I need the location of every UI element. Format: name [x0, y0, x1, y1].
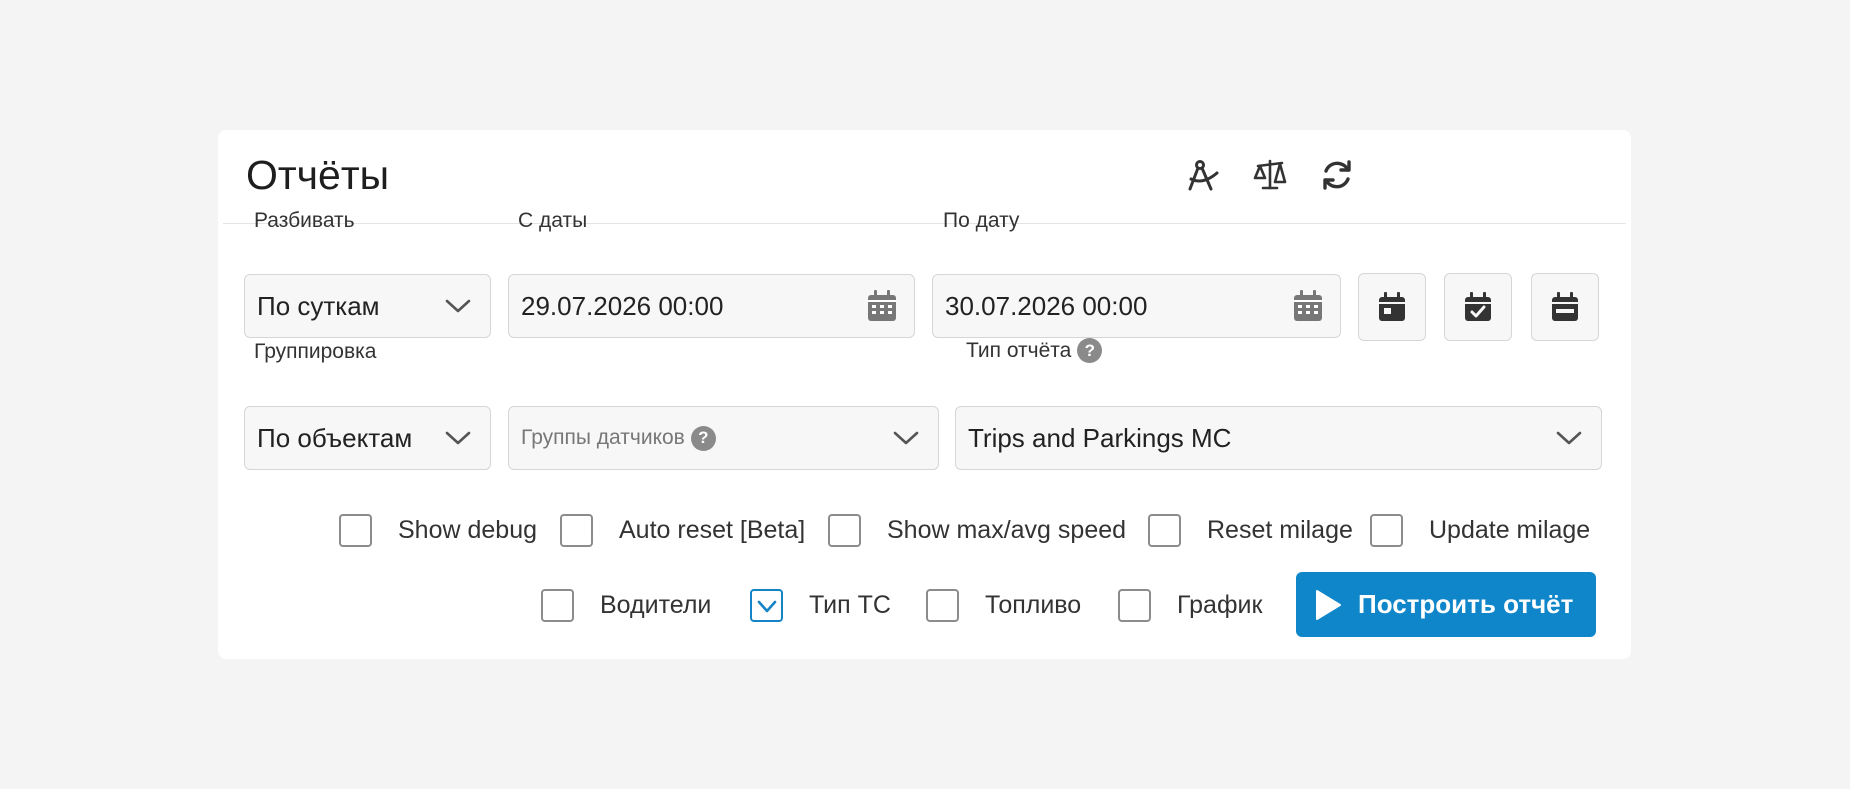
vehicle-type-checkbox[interactable]: Тип ТС [750, 589, 891, 622]
checkbox-label: Водители [600, 591, 712, 619]
checkbox-box-checked[interactable] [750, 589, 783, 622]
checkbox-box[interactable] [828, 514, 861, 547]
fuel-checkbox[interactable]: Топливо [926, 589, 1081, 622]
update-milage-checkbox[interactable]: Update milage [1370, 514, 1590, 547]
checkbox-label: Reset milage [1207, 516, 1353, 544]
page-title: Отчёты [246, 152, 390, 198]
checkbox-box[interactable] [339, 514, 372, 547]
checkbox-label: График [1177, 591, 1263, 619]
report-type-select[interactable]: Trips and Parkings MC [955, 406, 1602, 470]
split-select[interactable]: По суткам [244, 274, 491, 338]
auto-reset-checkbox[interactable]: Auto reset [Beta] [560, 514, 805, 547]
date-to-input[interactable]: 30.07.2026 00:00 [932, 274, 1341, 338]
checkbox-label: Show debug [398, 516, 538, 544]
grouping-label: Группировка [254, 340, 377, 363]
calendar-check-icon [1465, 292, 1491, 321]
checkbox-label: Auto reset [Beta] [619, 516, 806, 544]
calendar-icon [868, 290, 896, 321]
checkbox-label: Топливо [985, 591, 1082, 619]
checkbox-box[interactable] [560, 514, 593, 547]
compass-icon[interactable] [1178, 150, 1228, 200]
build-report-label: Построить отчёт [1358, 589, 1574, 619]
chevron-down-icon [445, 299, 471, 313]
checkbox-box[interactable] [1118, 589, 1151, 622]
calendar-minus-icon [1552, 292, 1578, 321]
calendar-check-button[interactable] [1444, 273, 1512, 341]
date-to-value: 30.07.2026 00:00 [945, 290, 1148, 321]
sensor-groups-select[interactable]: Группы датчиков ? [508, 406, 939, 470]
grouping-select[interactable]: По объектам [244, 406, 491, 470]
checkbox-box[interactable] [926, 589, 959, 622]
show-debug-checkbox[interactable]: Show debug [339, 514, 537, 547]
scales-icon[interactable] [1245, 150, 1295, 200]
date-from-value: 29.07.2026 00:00 [521, 290, 724, 321]
calendar-icon [1294, 290, 1322, 321]
play-icon [1316, 589, 1341, 620]
date-from-input[interactable]: 29.07.2026 00:00 [508, 274, 915, 338]
checkbox-box[interactable] [541, 589, 574, 622]
split-label: Разбивать [254, 209, 355, 232]
reports-card: Отчёты Разбивать С даты По дату По сутка… [218, 130, 1631, 659]
check-icon [757, 600, 776, 612]
chevron-down-icon [1556, 431, 1582, 445]
chevron-down-icon [893, 431, 919, 445]
date-from-label: С даты [518, 209, 588, 232]
drivers-checkbox[interactable]: Водители [541, 589, 711, 622]
checkbox-label: Show max/avg speed [887, 516, 1127, 544]
chevron-down-icon [445, 431, 471, 445]
refresh-icon[interactable] [1312, 150, 1362, 200]
show-max-avg-speed-checkbox[interactable]: Show max/avg speed [828, 514, 1126, 547]
checkbox-box[interactable] [1148, 514, 1181, 547]
help-icon[interactable]: ? [690, 425, 716, 451]
checkbox-label: Update milage [1429, 516, 1591, 544]
report-type-label-text: Тип отчёта [966, 338, 1072, 362]
calendar-range-button[interactable] [1531, 273, 1599, 341]
date-to-label: По дату [943, 209, 1020, 232]
checkbox-box[interactable] [1370, 514, 1403, 547]
sensor-groups-placeholder: Группы датчиков ? [521, 425, 938, 451]
reset-milage-checkbox[interactable]: Reset milage [1148, 514, 1353, 547]
help-icon[interactable]: ? [1077, 338, 1103, 363]
build-report-button[interactable]: Построить отчёт [1296, 572, 1596, 637]
calendar-day-icon [1379, 292, 1405, 321]
checkbox-label: Тип ТС [809, 591, 891, 619]
header-divider [223, 223, 1626, 224]
sensor-groups-placeholder-text: Группы датчиков [521, 426, 685, 449]
report-type-label: Тип отчёта ? [966, 338, 1103, 363]
chart-checkbox[interactable]: График [1118, 589, 1262, 622]
report-type-value: Trips and Parkings MC [968, 422, 1232, 453]
calendar-day-button[interactable] [1358, 273, 1426, 341]
card-header: Отчёты [218, 130, 1631, 224]
